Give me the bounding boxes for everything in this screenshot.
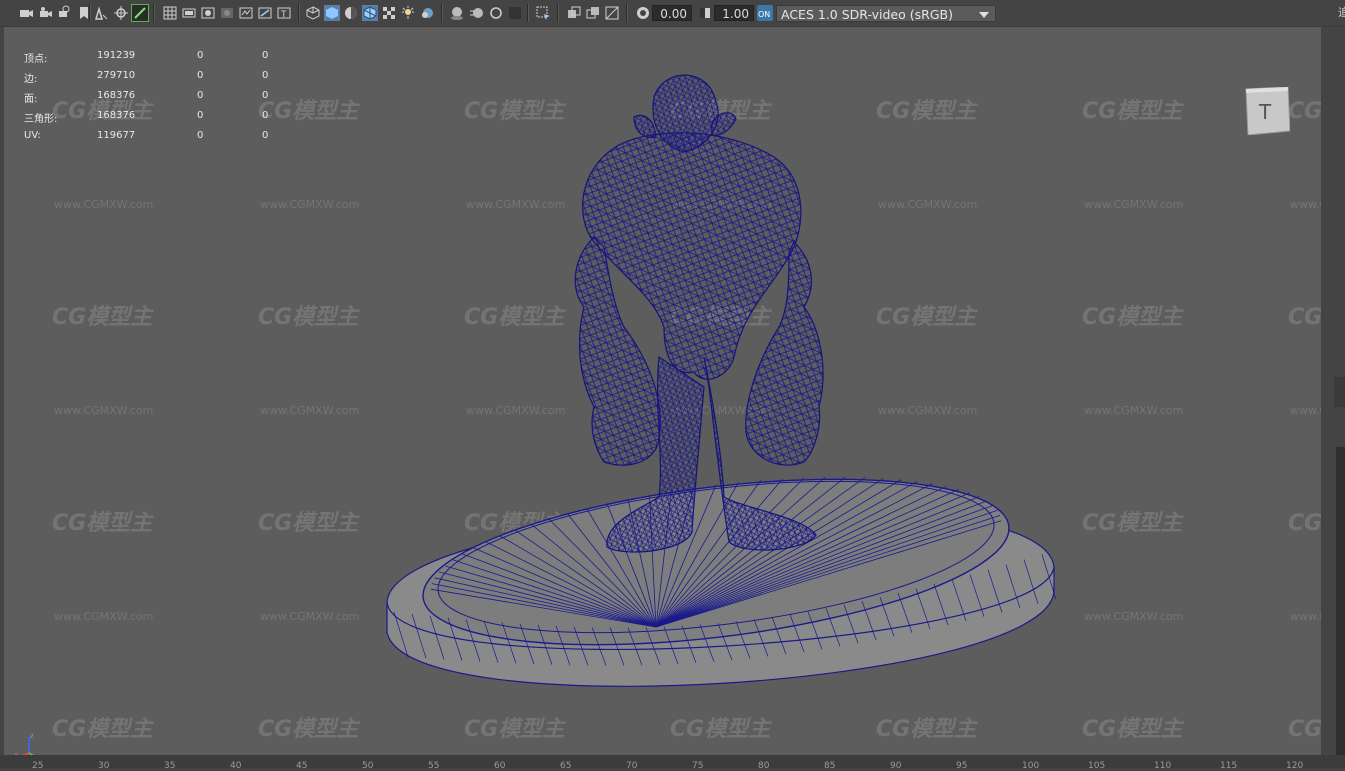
resolution-gate-icon[interactable]	[200, 5, 216, 21]
ruler-tick-label: 120	[1286, 761, 1304, 771]
use-default-material-icon[interactable]	[343, 5, 359, 21]
color-management-icon[interactable]: ON	[757, 5, 773, 21]
grease-pencil-icon[interactable]	[93, 5, 109, 21]
time-ruler[interactable]: 25 30 35 40 45 50 55 60 65 70 75 80 85 90 95 100 105 110 1…	[0, 755, 1345, 771]
view-cube[interactable]: T	[1244, 86, 1291, 136]
ruler-tick-label: 95	[956, 761, 968, 771]
ruler-tick-label: 110	[1154, 761, 1172, 771]
persp-viewport[interactable]: CG模型主 CG模型主 CG模型主 CG模型主 www.CGMXW.com www.CGM…	[4, 27, 1321, 755]
right-side-panel	[1322, 27, 1345, 767]
anti-aliasing-icon[interactable]	[488, 5, 504, 21]
field-chart-icon[interactable]	[238, 5, 254, 21]
hud-value: 0	[197, 130, 204, 141]
gamma-icon[interactable]	[697, 5, 713, 21]
ruler-tick-label: 85	[824, 761, 836, 771]
hud-value: 0	[197, 90, 204, 101]
camera-icon[interactable]	[18, 5, 34, 21]
panel-tab[interactable]	[1334, 377, 1345, 407]
ruler-tick-label: 30	[98, 761, 110, 771]
exposure-icon[interactable]	[635, 5, 651, 21]
hud-row-uvs: UV: 119677 0 0	[24, 130, 284, 144]
hud-value: 0	[197, 70, 204, 81]
ruler-tick-label: 35	[164, 761, 176, 771]
hud-label: 三角形:	[24, 114, 58, 125]
hud-label: 边:	[24, 74, 38, 85]
xray-joints-icon[interactable]	[585, 5, 601, 21]
hud-value: 0	[262, 110, 269, 121]
grease-pencil-active-icon[interactable]	[131, 4, 149, 22]
shadows-icon[interactable]	[419, 5, 435, 21]
ruler-tick-label: 70	[626, 761, 638, 771]
axis-gizmo: z x	[14, 731, 44, 755]
hud-value: 168376	[97, 90, 136, 101]
bookmark-icon[interactable]	[57, 5, 73, 21]
2d-pan-icon[interactable]	[113, 5, 129, 21]
hud-value: 0	[197, 50, 204, 61]
hud-value: 0	[262, 130, 269, 141]
ruler-tick-label: 80	[758, 761, 770, 771]
color-space-dropdown[interactable]: ACES 1.0 SDR-video (sRGB)	[776, 5, 996, 22]
camera-attributes-icon[interactable]	[38, 5, 54, 21]
wireframe-icon[interactable]	[305, 5, 321, 21]
viewcube-face-label: T	[1258, 100, 1272, 124]
svg-text:T: T	[280, 10, 287, 20]
wireframe-on-shaded-icon[interactable]	[362, 5, 378, 21]
safe-title-icon[interactable]: T	[276, 5, 292, 21]
gate-mask-icon[interactable]	[219, 5, 235, 21]
ruler-tick-label: 50	[362, 761, 374, 771]
hud-value: 0	[262, 90, 269, 101]
hud-row-faces: 面: 168376 0 0	[24, 90, 284, 105]
gamma-field[interactable]: 1.00	[714, 5, 754, 21]
depth-of-field-icon[interactable]	[507, 5, 523, 21]
screen-space-ao-icon[interactable]	[449, 5, 465, 21]
hud-value: 168376	[97, 110, 136, 121]
hud-label: UV:	[24, 130, 41, 141]
right-panel-tab[interactable]: 追	[1338, 4, 1345, 20]
ruler-tick-label: 55	[428, 761, 440, 771]
ruler-tick-label: 45	[296, 761, 308, 771]
ruler-tick-label: 75	[692, 761, 704, 771]
ruler-tick-label: 90	[890, 761, 902, 771]
isolate-select-icon[interactable]	[535, 5, 551, 21]
film-gate-icon[interactable]	[181, 5, 197, 21]
hud-value: 0	[197, 110, 204, 121]
hud-value: 279710	[97, 70, 136, 81]
safe-action-icon[interactable]	[257, 5, 273, 21]
use-all-lights-icon[interactable]	[400, 5, 416, 21]
hud-row-triangles: 三角形: 168376 0 0	[24, 110, 284, 125]
xray-icon[interactable]	[566, 5, 582, 21]
hud-value: 191239	[97, 50, 136, 61]
grid-icon[interactable]	[162, 5, 178, 21]
motion-blur-icon[interactable]	[469, 5, 485, 21]
svg-text:ON: ON	[758, 10, 770, 19]
hud-row-vertices: 顶点: 191239 0 0	[24, 50, 284, 65]
ruler-tick-label: 60	[494, 761, 506, 771]
hud-value: 0	[262, 50, 269, 61]
ruler-tick-label: 40	[230, 761, 242, 771]
hud-label: 面:	[24, 94, 38, 105]
xray-active-components-icon[interactable]	[604, 5, 620, 21]
ruler-tick-label: 65	[560, 761, 572, 771]
panel-toolbar: T 0.00 1.00 ON ACES 1.0 SDR-video (sRGB)…	[0, 0, 1345, 27]
ruler-tick-label: 105	[1088, 761, 1106, 771]
axis-z-label: z	[30, 732, 34, 740]
color-space-label: ACES 1.0 SDR-video (sRGB)	[781, 7, 953, 22]
exposure-field[interactable]: 0.00	[652, 5, 692, 21]
ruler-tick-label: 25	[32, 761, 44, 771]
ruler-tick-label: 115	[1220, 761, 1238, 771]
ruler-tick-label: 100	[1022, 761, 1040, 771]
hud-value: 119677	[97, 130, 136, 141]
hud-row-edges: 边: 279710 0 0	[24, 70, 284, 85]
hud-label: 顶点:	[24, 54, 48, 65]
smooth-shade-icon[interactable]	[324, 5, 340, 21]
hud-value: 0	[262, 70, 269, 81]
chevron-down-icon	[979, 12, 989, 18]
panel-scrollbar[interactable]	[1336, 447, 1345, 767]
textured-icon[interactable]	[381, 5, 397, 21]
